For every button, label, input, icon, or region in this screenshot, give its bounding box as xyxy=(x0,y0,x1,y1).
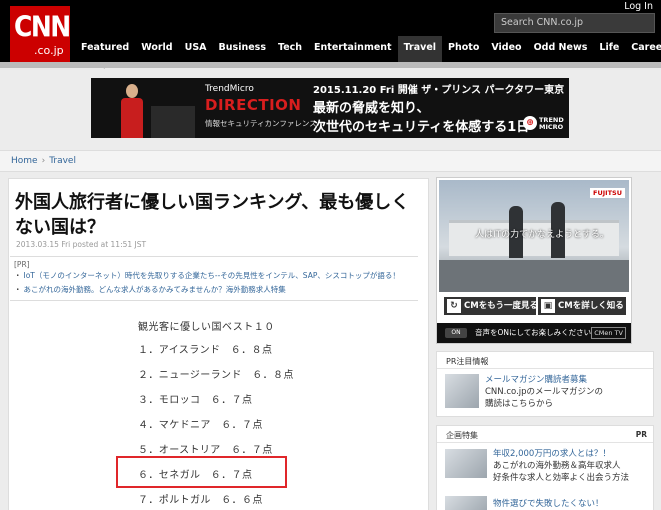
pr-link-text: あこがれの海外勤務。どんな求人があるかみてみませんか？海外勤務求人特集 xyxy=(23,285,286,294)
nav-label: Featured xyxy=(81,42,130,53)
video-caption: 人はITの力でかなえようとする。 xyxy=(475,230,609,240)
nav-odd-news[interactable]: Odd News xyxy=(528,36,594,62)
podium-image xyxy=(151,106,195,138)
job-line: 好条件な求人と効率よく出会う方法 xyxy=(493,473,630,483)
fujitsu-logo: FUJITSU xyxy=(590,188,625,198)
nav-entertainment[interactable]: Entertainment xyxy=(308,36,398,62)
pr-link[interactable]: ・あこがれの海外勤務。どんな求人があるかみてみませんか？海外勤務求人特集 xyxy=(14,283,418,297)
job-title: 年収2,000万円の求人とは？！ xyxy=(493,449,611,459)
property-thumbnail[interactable] xyxy=(445,496,487,510)
article-date: 2013.03.15 Fri posted at 11:51 JST xyxy=(16,240,147,249)
trend-micro-logo-text: TREND MICRO xyxy=(539,116,564,131)
nav-world[interactable]: World xyxy=(135,36,178,62)
ranking-item: ２．ニュージーランド ６．８点 xyxy=(138,370,294,381)
breadcrumb-home[interactable]: Home xyxy=(11,156,38,166)
feature-heading: 企画特集 PR xyxy=(437,426,653,443)
job-thumbnail[interactable] xyxy=(445,449,487,478)
sound-on-button[interactable]: ON xyxy=(445,328,467,338)
trend-micro-logo-icon: ⊕ xyxy=(523,116,537,130)
replay-icon: ↻ xyxy=(447,299,461,313)
newsletter-thumbnail[interactable] xyxy=(445,374,479,408)
nav-tech[interactable]: Tech xyxy=(272,36,308,62)
bullet-icon: ・ xyxy=(14,285,22,294)
ranking-heading: 観光客に優しい国ベスト１０ xyxy=(138,322,275,333)
job-line: あこがれの海外勤務＆高年収求人 xyxy=(493,461,621,471)
details-label: CMを詳しく知る xyxy=(558,301,624,311)
banner-direction: DIRECTION xyxy=(205,96,302,114)
banner-brand: TrendMicro xyxy=(205,84,254,94)
newsletter-title: メールマガジン購読者募集 xyxy=(485,375,588,385)
ranking-item: ３．モロッコ ６．７点 xyxy=(138,395,253,406)
breadcrumb-bar xyxy=(0,150,661,172)
video-scene: FUJITSU 人はITの力でかなえようとする。 xyxy=(439,180,629,292)
replay-label: CMをもう一度見る xyxy=(464,301,538,311)
article-title: 外国人旅行者に優しい国ランキング、最も優しくない国は？ xyxy=(15,192,410,238)
nav-career[interactable]: Career xyxy=(625,36,661,62)
bullet-icon: ・ xyxy=(14,271,22,280)
sound-message: 音声をONにしてお楽しみください xyxy=(475,328,592,337)
breadcrumb-travel[interactable]: Travel xyxy=(49,156,76,166)
pr-notice-heading: PR注目情報 xyxy=(437,352,653,369)
newsletter-text[interactable]: メールマガジン購読者募集 CNN.co.jpのメールマガジンの 購読はこちらから xyxy=(485,374,603,410)
highlight-box xyxy=(116,456,287,488)
banner-sub: 情報セキュリティカンファレンス xyxy=(205,119,317,128)
search-input[interactable]: Search CNN.co.jp xyxy=(494,13,655,33)
info-icon: ▣ xyxy=(541,299,555,313)
pr-links: [PR] ・ IoT（モノのインターネット）時代を先取りする企業たち--その先見性… xyxy=(10,256,418,301)
ranking-item: ７．ポルトガル ６．６点 xyxy=(138,495,263,506)
feature-heading-label: 企画特集 xyxy=(446,431,478,440)
nav-featured[interactable]: Featured▼ xyxy=(75,36,135,70)
newsletter-line: CNN.co.jpのメールマガジンの xyxy=(485,387,604,397)
pr-link-text: IoT（モノのインターネット）時代を先取りする企業たち--その先見性をインテル、… xyxy=(23,271,400,280)
ranking-item: ４．マケドニア ６．７点 xyxy=(138,420,263,431)
cnn-logo[interactable]: CNN .co.jp xyxy=(10,6,71,62)
replay-cm-button[interactable]: ↻ CMをもう一度見る xyxy=(444,297,538,315)
chevron-right-icon: › xyxy=(41,156,46,166)
breadcrumb: Home › Travel xyxy=(11,156,76,166)
newsletter-line: 購読はこちらから xyxy=(485,399,554,409)
main-nav: Featured▼ World USA Business Tech Entert… xyxy=(75,36,661,70)
sound-bar: ON 音声をONにしてお楽しみください CMen TV xyxy=(437,323,631,343)
pr-notice-box: PR注目情報 メールマガジン購読者募集 CNN.co.jpのメールマガジンの 購… xyxy=(436,351,654,417)
nav-video[interactable]: Video xyxy=(485,36,527,62)
video-ad[interactable]: FUJITSU 人はITの力でかなえようとする。 ↻ CMをもう一度見る ▣ CMを… xyxy=(436,177,632,344)
nav-underline xyxy=(0,62,661,68)
nav-travel[interactable]: Travel xyxy=(397,36,443,62)
banner-headline-2: 次世代のセキュリティを体感する1日 xyxy=(313,120,530,135)
cm-details-button[interactable]: ▣ CMを詳しく知る xyxy=(538,297,626,315)
pr-tag: [PR] xyxy=(14,260,30,269)
feature-box: 企画特集 PR 年収2,000万円の求人とは？！ あこがれの海外勤務＆高年収求人… xyxy=(436,425,654,510)
cmen-tv-logo: CMen TV xyxy=(591,327,626,339)
pr-link[interactable]: ・ IoT（モノのインターネット）時代を先取りする企業たち--その先見性をインテル… xyxy=(14,269,418,283)
nav-life[interactable]: Life xyxy=(593,36,625,62)
nav-photo[interactable]: Photo xyxy=(442,36,485,62)
nav-business[interactable]: Business xyxy=(213,36,272,62)
nav-usa[interactable]: USA xyxy=(179,36,213,62)
ad-banner[interactable]: TrendMicro DIRECTION 情報セキュリティカンファレンス 201… xyxy=(91,78,569,138)
ranking-item: １．アイスランド ６．８点 xyxy=(138,345,273,356)
job-text[interactable]: 年収2,000万円の求人とは？！ あこがれの海外勤務＆高年収求人 好条件な求人と… xyxy=(493,448,629,484)
property-text[interactable]: 物件選びで失敗したくない！ xyxy=(493,498,604,510)
logo-sub: .co.jp xyxy=(34,44,64,57)
banner-headline-1: 最新の脅威を知り、 xyxy=(313,101,430,116)
login-link[interactable]: Log In xyxy=(624,1,653,12)
property-title: 物件選びで失敗したくない！ xyxy=(493,499,604,509)
logo-main: CNN xyxy=(14,9,71,44)
speaker-image xyxy=(119,82,145,138)
pr-badge: PR xyxy=(635,430,647,439)
banner-date: 2015.11.20 Fri 開催 ザ・プリンス パークタワー東京 xyxy=(313,85,565,96)
